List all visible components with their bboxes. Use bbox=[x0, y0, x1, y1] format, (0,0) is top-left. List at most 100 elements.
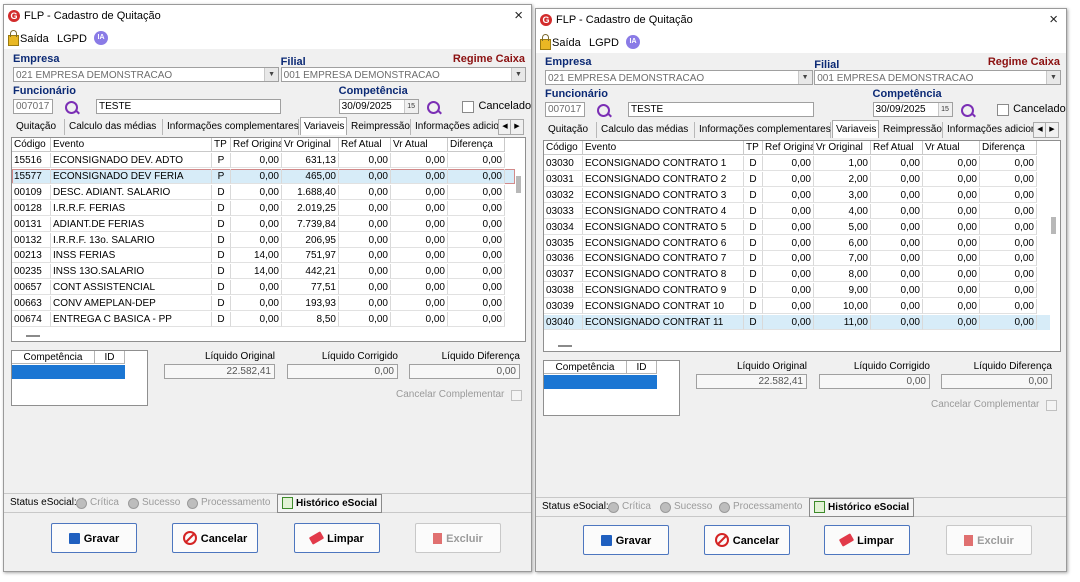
liquido-original-field: 22.582,41 bbox=[164, 364, 275, 379]
cancelado-checkbox[interactable] bbox=[462, 101, 475, 113]
gravar-button[interactable]: Gravar bbox=[51, 523, 137, 553]
menu-saida[interactable]: Saída bbox=[20, 33, 49, 45]
menu-lgpd[interactable]: LGPD bbox=[57, 33, 87, 45]
funcionario-name-input[interactable]: TESTE bbox=[96, 99, 281, 114]
menu-lgpd[interactable]: LGPD bbox=[589, 37, 619, 49]
cell-dif: 0,00 bbox=[448, 232, 505, 248]
competencia-selected-row[interactable] bbox=[12, 365, 125, 379]
grid-scrollbar-thumb[interactable] bbox=[516, 176, 521, 193]
table-row[interactable]: 15516 ECONSIGNADO DEV. ADTO P 0,00 631,13 0,0… bbox=[12, 153, 515, 168]
calendar-icon[interactable]: 15 bbox=[937, 103, 952, 116]
column-header: TP bbox=[744, 141, 763, 155]
competencia-selected-row[interactable] bbox=[544, 375, 657, 389]
cell-ref_atual: 0,00 bbox=[339, 216, 391, 232]
table-row[interactable]: 15577 ECONSIGNADO DEV FERIA P 0,00 465,00 0,0… bbox=[12, 168, 515, 184]
empresa-select[interactable]: 021 EMPRESA DEMONSTRACAO ▼ bbox=[545, 70, 813, 85]
grid-scrollbar-thumb[interactable] bbox=[1051, 217, 1056, 234]
cell-vr_atual: 0,00 bbox=[923, 187, 980, 203]
table-row[interactable]: 03038 ECONSIGNADO CONTRATO 9 D 0,00 9,00 0,00… bbox=[544, 283, 1050, 299]
table-row[interactable]: 03030 ECONSIGNADO CONTRATO 1 D 0,00 1,00 0,00… bbox=[544, 156, 1050, 171]
tab-variaveis[interactable]: Variaveis bbox=[832, 120, 879, 138]
tab-informacoes-complementares[interactable]: Informações complementares bbox=[164, 119, 299, 135]
table-row[interactable]: 00657 CONT ASSISTENCIAL D 0,00 77,51 0,00 0,00… bbox=[12, 280, 515, 296]
table-row[interactable]: 00674 ENTREGA C BASICA - PP D 0,00 8,50 0,00 0… bbox=[12, 312, 515, 327]
table-row[interactable]: 03035 ECONSIGNADO CONTRATO 6 D 0,00 6,00 0,00… bbox=[544, 235, 1050, 251]
table-row[interactable]: 03037 ECONSIGNADO CONTRATO 8 D 0,00 8,00 0,00… bbox=[544, 267, 1050, 283]
cell-tp: D bbox=[212, 248, 231, 264]
limpar-button[interactable]: Limpar bbox=[294, 523, 380, 553]
competencia-input[interactable]: 30/09/2025 15 bbox=[338, 99, 419, 114]
cancelar-button[interactable]: Cancelar bbox=[704, 525, 790, 555]
search-icon[interactable] bbox=[597, 104, 610, 117]
competencia-input[interactable]: 30/09/2025 15 bbox=[872, 102, 953, 117]
events-grid: Código Evento TP Ref Original Vr Original Ref… bbox=[543, 140, 1061, 352]
cancelar-complementar-checkbox[interactable] bbox=[1046, 400, 1057, 411]
table-row[interactable]: 00663 CONV AMEPLAN-DEP D 0,00 193,93 0,00 0,00… bbox=[12, 296, 515, 312]
critica-radio[interactable] bbox=[76, 498, 87, 509]
excluir-button[interactable]: Excluir bbox=[946, 525, 1032, 555]
table-row[interactable]: 00131 ADIANT.DE FERIAS D 0,00 7.739,84 0,00 0,… bbox=[12, 216, 515, 232]
table-row[interactable]: 03039 ECONSIGNADO CONTRAT 10 D 0,00 10,00 0,0… bbox=[544, 299, 1050, 315]
cell-evento: ECONSIGNADO CONTRATO 1 bbox=[583, 156, 744, 171]
cancelado-checkbox[interactable] bbox=[997, 104, 1010, 116]
table-row[interactable]: 00235 INSS 13O.SALARIO D 14,00 442,21 0,00 0,0… bbox=[12, 264, 515, 280]
sucesso-radio[interactable] bbox=[660, 502, 671, 513]
excluir-button[interactable]: Excluir bbox=[415, 523, 501, 553]
critica-radio[interactable] bbox=[608, 502, 619, 513]
close-icon[interactable]: × bbox=[1049, 11, 1058, 28]
table-row[interactable]: 00132 I.R.R.F. 13o. SALARIO D 0,00 206,95 0,0… bbox=[12, 232, 515, 248]
cell-dif: 0,00 bbox=[980, 315, 1037, 330]
tab-informacoes-complementares[interactable]: Informações complementares bbox=[696, 122, 831, 138]
cell-codigo: 03035 bbox=[544, 235, 583, 251]
cancelar-complementar-checkbox[interactable] bbox=[511, 390, 522, 401]
close-icon[interactable]: × bbox=[514, 7, 523, 24]
status-processamento: Processamento bbox=[201, 497, 271, 508]
sucesso-radio[interactable] bbox=[128, 498, 139, 509]
table-row[interactable]: 03040 ECONSIGNADO CONTRAT 11 D 0,00 11,00 0,0… bbox=[544, 315, 1050, 330]
tab-quitacao[interactable]: Quitação bbox=[13, 119, 65, 135]
ia-icon[interactable]: IA bbox=[626, 35, 640, 49]
table-row[interactable]: 00213 INSS FERIAS D 14,00 751,97 0,00 0,00 0,00 bbox=[12, 248, 515, 264]
search-icon[interactable] bbox=[960, 104, 974, 117]
funcionario-name-input[interactable]: TESTE bbox=[628, 102, 815, 117]
limpar-button[interactable]: Limpar bbox=[824, 525, 910, 555]
cancelar-button[interactable]: Cancelar bbox=[172, 523, 258, 553]
table-row[interactable]: 03036 ECONSIGNADO CONTRATO 7 D 0,00 7,00 0,00… bbox=[544, 251, 1050, 267]
cell-ref_atual: 0,00 bbox=[871, 315, 923, 330]
tab-calculo-medias[interactable]: Calculo das médias bbox=[66, 119, 163, 135]
tab-scroll-right-icon[interactable]: ▶ bbox=[510, 119, 524, 135]
table-row[interactable]: 00128 I.R.R.F. FERIAS D 0,00 2.019,25 0,00 0,0… bbox=[12, 200, 515, 216]
cell-codigo: 00657 bbox=[12, 280, 51, 296]
grid-hscroll-thumb[interactable] bbox=[558, 345, 572, 347]
column-header: Ref Atual bbox=[339, 138, 391, 152]
tab-reimpressao[interactable]: Reimpressão bbox=[880, 122, 943, 138]
filial-select[interactable]: 001 EMPRESA DEMONSTRACAO ▼ bbox=[814, 70, 1061, 85]
table-row[interactable]: 03033 ECONSIGNADO CONTRATO 4 D 0,00 4,00 0,00… bbox=[544, 203, 1050, 219]
ia-icon[interactable]: IA bbox=[94, 31, 108, 45]
table-row[interactable]: 00109 DESC. ADIANT. SALARIO D 0,00 1.688,40 0… bbox=[12, 184, 515, 200]
calendar-icon[interactable]: 15 bbox=[403, 100, 418, 113]
tab-scroll-right-icon[interactable]: ▶ bbox=[1045, 122, 1059, 138]
processamento-radio[interactable] bbox=[187, 498, 198, 509]
processamento-radio[interactable] bbox=[719, 502, 730, 513]
table-row[interactable]: 03034 ECONSIGNADO CONTRATO 5 D 0,00 5,00 0,00… bbox=[544, 219, 1050, 235]
gravar-button[interactable]: Gravar bbox=[583, 525, 669, 555]
empresa-select[interactable]: 021 EMPRESA DEMONSTRACAO ▼ bbox=[13, 67, 280, 82]
search-icon[interactable] bbox=[65, 101, 78, 114]
cell-vr_atual: 0,00 bbox=[923, 156, 980, 171]
tab-calculo-medias[interactable]: Calculo das médias bbox=[598, 122, 695, 138]
table-row[interactable]: 03031 ECONSIGNADO CONTRATO 2 D 0,00 2,00 0,00… bbox=[544, 171, 1050, 187]
cell-codigo: 03036 bbox=[544, 251, 583, 267]
tab-reimpressao[interactable]: Reimpressão bbox=[348, 119, 411, 135]
cell-codigo: 00128 bbox=[12, 200, 51, 216]
tab-quitacao[interactable]: Quitação bbox=[545, 122, 597, 138]
filial-select[interactable]: 001 EMPRESA DEMONSTRACAO ▼ bbox=[280, 67, 526, 82]
cell-ref_atual: 0,00 bbox=[871, 171, 923, 187]
grid-hscroll-thumb[interactable] bbox=[26, 335, 40, 337]
table-row[interactable]: 03032 ECONSIGNADO CONTRATO 3 D 0,00 3,00 0,00… bbox=[544, 187, 1050, 203]
funcionario-code-input[interactable]: 007017 bbox=[13, 99, 53, 114]
funcionario-code-input[interactable]: 007017 bbox=[545, 102, 585, 117]
menu-saida[interactable]: Saída bbox=[552, 37, 581, 49]
search-icon[interactable] bbox=[426, 101, 440, 114]
tab-variaveis[interactable]: Variaveis bbox=[300, 117, 347, 135]
